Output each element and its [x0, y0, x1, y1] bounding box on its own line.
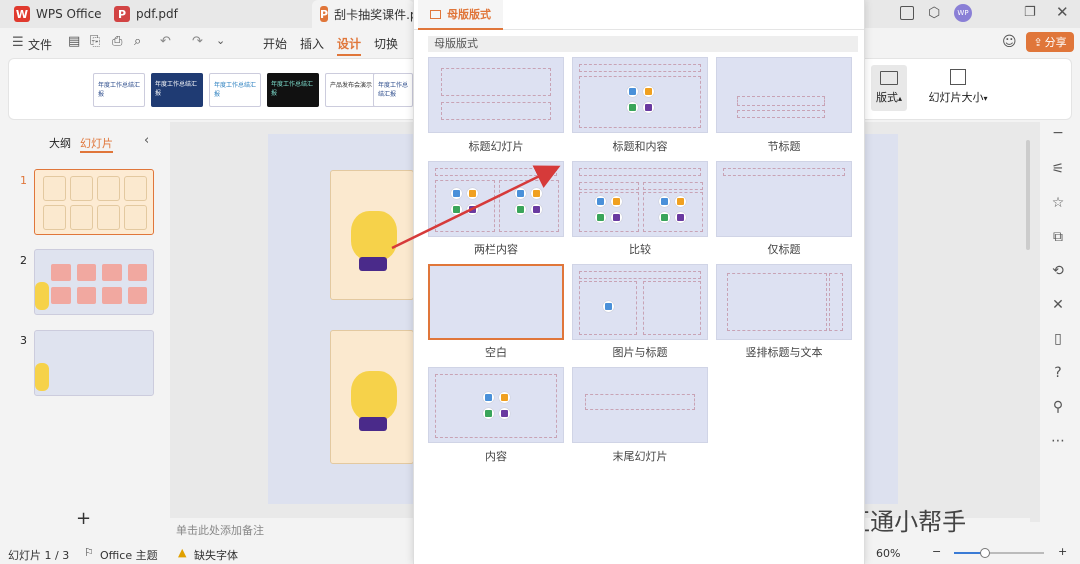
- annotation-arrow: [391, 165, 561, 250]
